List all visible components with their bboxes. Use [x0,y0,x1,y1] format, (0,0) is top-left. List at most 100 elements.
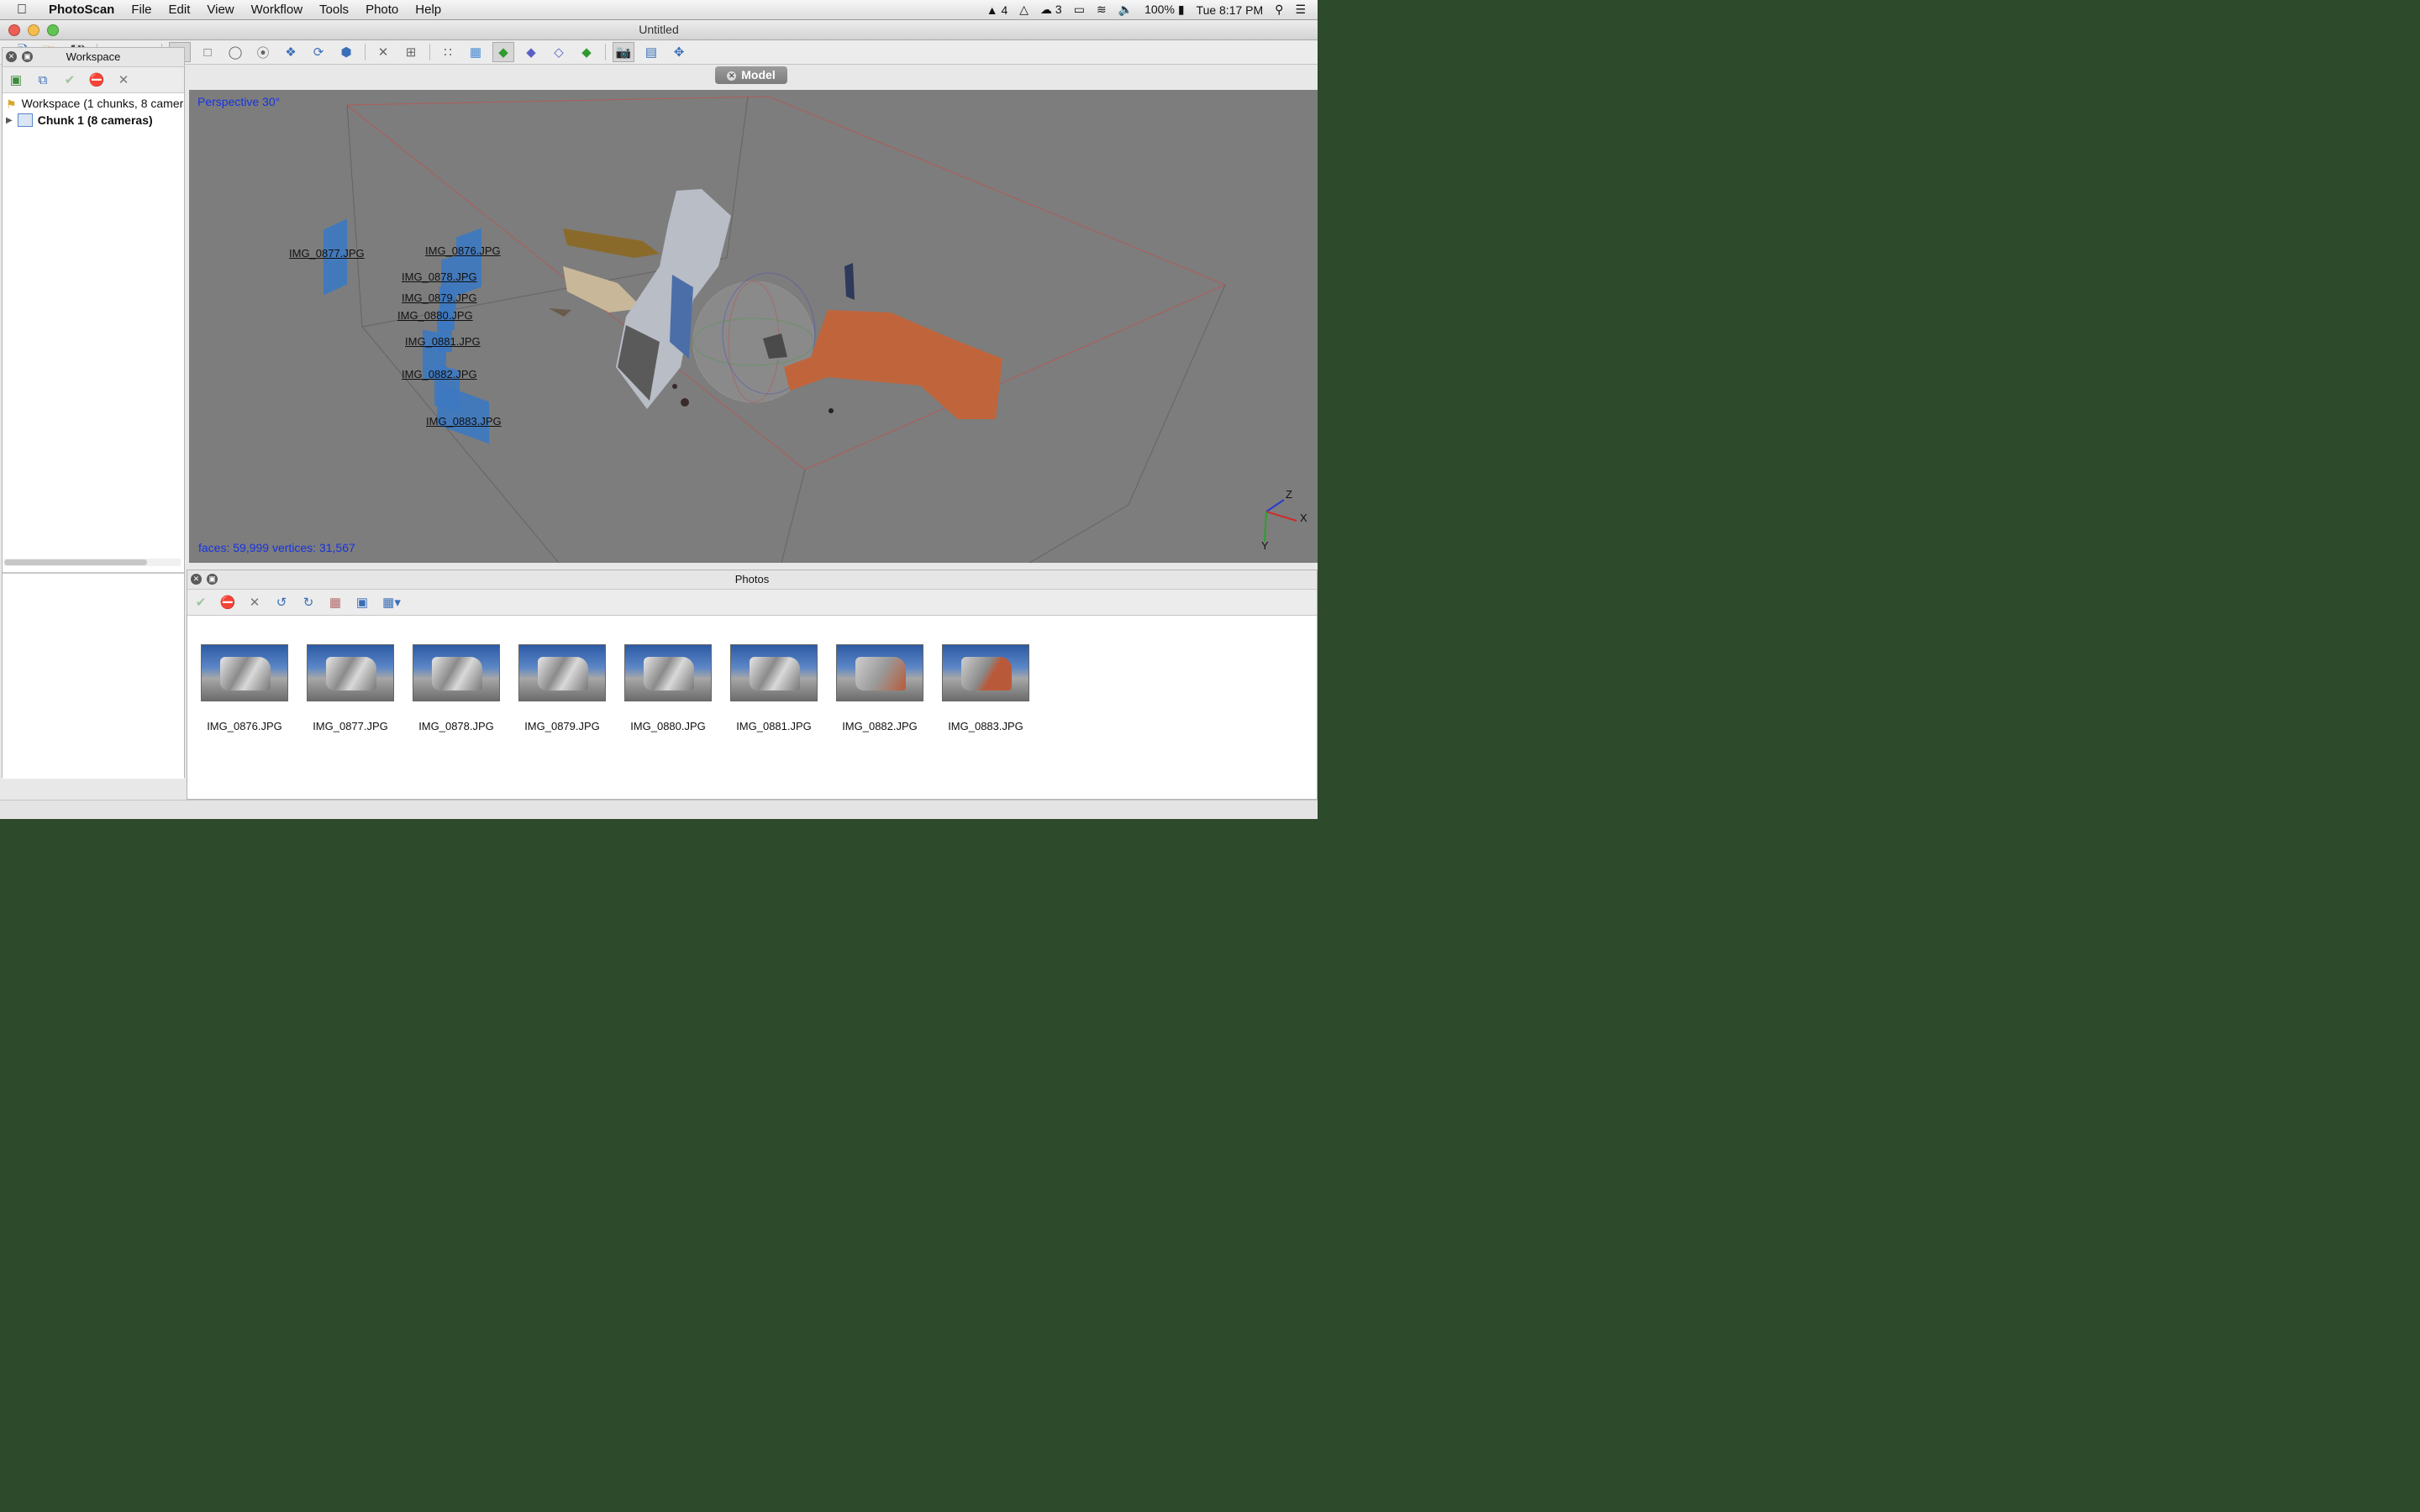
point-cloud-button[interactable]: ∷ [437,42,459,62]
menu-workflow[interactable]: Workflow [251,3,302,17]
rectangle-selection-button[interactable]: □ [197,42,218,62]
rotate-object-button[interactable]: ⟳ [308,42,329,62]
reset-view-button[interactable]: ✥ [668,42,690,62]
model-tab[interactable]: ✕ Model [715,66,787,84]
float-panel-button[interactable]: ▣ [22,51,33,62]
camera-label[interactable]: IMG_0878.JPG [402,270,477,283]
photo-thumbnail[interactable]: IMG_0879.JPG [518,644,606,732]
camera-label[interactable]: IMG_0883.JPG [426,415,502,428]
dense-cloud-button[interactable]: ▦ [465,42,487,62]
solid-model-button[interactable]: ◆ [520,42,542,62]
circle-selection-button[interactable]: ◯ [224,42,246,62]
tree-item-chunk[interactable]: ▶ Chunk 1 (8 cameras) [6,112,184,129]
enable-cameras-icon[interactable]: ✔ [60,71,80,89]
menu-edit[interactable]: Edit [169,3,191,17]
menu-app-name[interactable]: PhotoScan [49,3,114,17]
photo-image [730,644,818,701]
photo-image [201,644,288,701]
photo-thumbnail[interactable]: IMG_0876.JPG [201,644,288,732]
x-axis-label: X [1300,512,1307,524]
close-panel-button[interactable]: ✕ [6,51,17,62]
rotate-left-icon[interactable]: ↺ [271,593,292,612]
rotate-right-icon[interactable]: ↻ [298,593,318,612]
x-axis-line [1265,511,1297,522]
menu-view[interactable]: View [207,3,234,17]
add-chunk-icon[interactable]: ▣ [6,71,26,89]
close-panel-button[interactable]: ✕ [191,574,202,585]
crop-selection-button[interactable]: ⊞ [400,42,422,62]
photo-thumbnail[interactable]: IMG_0878.JPG [413,644,500,732]
photo-caption: IMG_0883.JPG [948,720,1023,732]
mesh-fragment-small [549,308,571,317]
close-window-button[interactable] [8,24,20,36]
camera-label[interactable]: IMG_0879.JPG [402,291,477,304]
photo-thumbnail[interactable]: IMG_0877.JPG [307,644,394,732]
notification-center-icon[interactable]: ☰ [1295,3,1306,17]
photo-thumbnail[interactable]: IMG_0880.JPG [624,644,712,732]
camera-label[interactable]: IMG_0882.JPG [402,368,477,381]
camera-label[interactable]: IMG_0877.JPG [289,247,365,260]
photo-thumbnails: IMG_0876.JPG IMG_0877.JPG IMG_0878.JPG I… [201,644,1029,732]
resize-region-button[interactable]: ⬢ [335,42,357,62]
menu-tools[interactable]: Tools [319,3,349,17]
remove-items-icon[interactable]: ✕ [113,71,134,89]
shaded-model-button[interactable]: ◆ [492,42,514,62]
cc-count: 3 [1055,3,1062,16]
chunk-icon [17,113,33,127]
clock[interactable]: Tue 8:17 PM [1197,3,1264,17]
view-mode-dropdown-icon[interactable]: ▦▾ [379,593,404,612]
photo-image [624,644,712,701]
menu-help[interactable]: Help [415,3,441,17]
photos-header: ✕ ▣ Photos [187,570,1317,590]
zoom-window-button[interactable] [47,24,59,36]
camera-label[interactable]: IMG_0880.JPG [397,309,473,322]
adobe-status[interactable]: ▲ 4 [986,3,1008,17]
camera-plane[interactable] [456,228,481,297]
spotlight-search-icon[interactable]: ⚲ [1275,3,1283,17]
add-photos-icon[interactable]: ⧉ [33,71,53,89]
photo-thumbnail[interactable]: IMG_0883.JPG [942,644,1029,732]
photo-caption: IMG_0881.JPG [736,720,812,732]
expand-triangle-icon[interactable]: ▶ [6,116,13,125]
disable-cameras-icon[interactable]: ⛔ [87,71,107,89]
textured-model-button[interactable]: ◆ [576,42,597,62]
view-photo-icon[interactable]: ▣ [352,593,372,612]
photo-thumbnail[interactable]: IMG_0882.JPG [836,644,923,732]
photo-thumbnail[interactable]: IMG_0881.JPG [730,644,818,732]
volume-icon[interactable]: 🔈 [1118,3,1133,17]
minimize-window-button[interactable] [28,24,39,36]
horizontal-scrollbar[interactable] [4,559,181,566]
model-viewport[interactable]: Perspective 30° faces: 59,999 vertices: … [189,90,1318,563]
close-model-tab-icon[interactable]: ✕ [727,71,737,81]
bbox-edge [726,96,749,259]
wifi-icon[interactable]: ≋ [1097,3,1107,17]
photo-caption: IMG_0878.JPG [418,720,494,732]
show-cameras-button[interactable]: 📷 [613,42,634,62]
airplay-icon[interactable]: ▭ [1074,3,1085,17]
apple-menu-icon[interactable]:  [17,3,35,18]
float-panel-button[interactable]: ▣ [207,574,218,585]
show-region-button[interactable]: ▤ [640,42,662,62]
reset-masks-icon[interactable]: ▦ [325,593,345,612]
free-form-selection-button[interactable]: ⦿ [252,42,274,62]
enable-cameras-icon[interactable]: ✔ [191,593,211,612]
camera-label[interactable]: IMG_0876.JPG [425,244,501,257]
camera-label[interactable]: IMG_0881.JPG [405,335,481,348]
cc-status[interactable]: ☁ 3 [1040,3,1062,17]
scrollbar-thumb[interactable] [4,559,147,565]
photo-image [942,644,1029,701]
drive-icon[interactable]: △ [1019,3,1028,17]
battery-percent: 100% [1144,3,1175,16]
wireframe-model-button[interactable]: ◇ [548,42,570,62]
disable-cameras-icon[interactable]: ⛔ [218,593,238,612]
delete-selection-button[interactable]: ✕ [372,42,394,62]
remove-cameras-icon[interactable]: ✕ [245,593,265,612]
battery-status[interactable]: 100% ▮ [1144,3,1184,17]
workspace-title: Workspace [66,50,121,63]
mesh-fragment-yellow [563,228,660,258]
tree-item-workspace[interactable]: ⚑ Workspace (1 chunks, 8 cameras) [6,95,184,112]
move-object-button[interactable]: ❖ [280,42,302,62]
creative-cloud-icon: ☁ [1040,3,1053,16]
menu-file[interactable]: File [131,3,151,17]
menu-photo[interactable]: Photo [366,3,398,17]
